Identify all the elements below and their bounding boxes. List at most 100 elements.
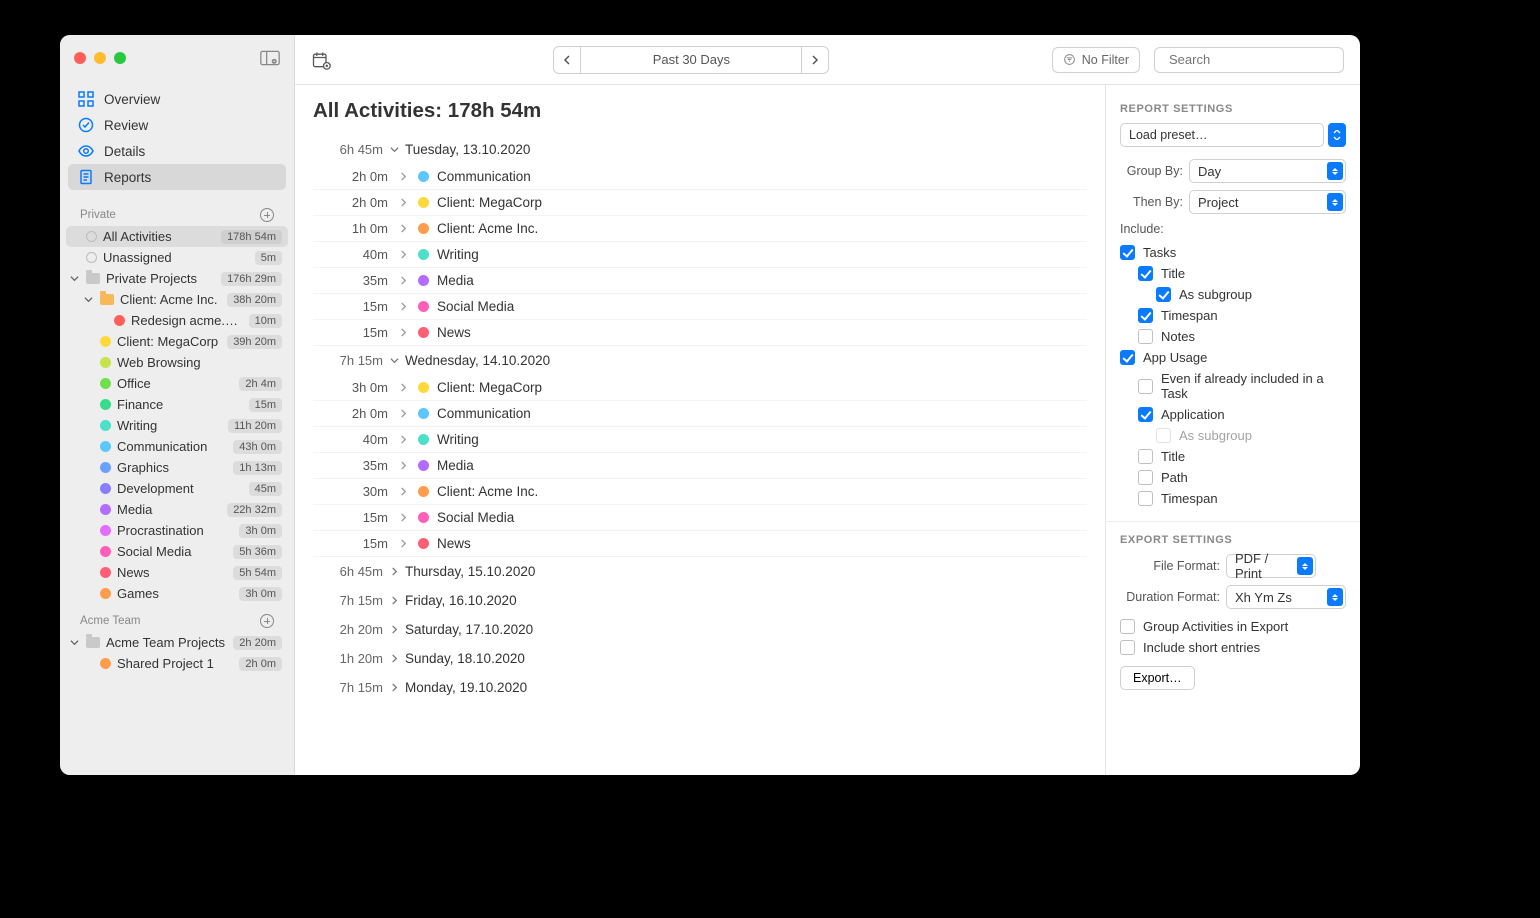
duration-badge: 45m xyxy=(249,482,282,496)
tree-row[interactable]: Media22h 32m xyxy=(66,499,288,520)
load-preset-dropdown[interactable] xyxy=(1328,123,1346,147)
checkbox-as-subgroup[interactable]: As subgroup xyxy=(1120,284,1346,305)
chevron-down-icon[interactable] xyxy=(68,637,80,649)
activity-row[interactable]: 30mClient: Acme Inc. xyxy=(313,479,1087,505)
activity-row[interactable]: 15mNews xyxy=(313,320,1087,346)
color-dot xyxy=(418,538,429,549)
activity-row[interactable]: 35mMedia xyxy=(313,268,1087,294)
activity-row[interactable]: 2h 0mCommunication xyxy=(313,164,1087,190)
nav-item-review[interactable]: Review xyxy=(68,112,286,138)
chevron-right-icon xyxy=(388,409,418,418)
filter-button[interactable]: No Filter xyxy=(1052,47,1140,73)
checkbox-label: Even if already included in a Task xyxy=(1161,371,1346,401)
checkbox-application[interactable]: Application xyxy=(1120,404,1346,425)
checkbox-include-short-entries[interactable]: Include short entries xyxy=(1120,637,1346,658)
activity-row[interactable]: 3h 0mClient: MegaCorp xyxy=(313,375,1087,401)
day-duration: 6h 45m xyxy=(313,564,383,579)
add-project-button[interactable] xyxy=(260,614,274,628)
checkbox-group-activities-in-export[interactable]: Group Activities in Export xyxy=(1120,616,1346,637)
tree-row[interactable]: Unassigned5m xyxy=(66,247,288,268)
activity-row[interactable]: 40mWriting xyxy=(313,427,1087,453)
activity-name: Client: Acme Inc. xyxy=(437,221,538,236)
activity-row[interactable]: 1h 0mClient: Acme Inc. xyxy=(313,216,1087,242)
day-header[interactable]: 7h 15mMonday, 19.10.2020 xyxy=(313,673,1087,702)
sidebar-toggle-icon[interactable] xyxy=(260,50,280,66)
checkbox-label: Notes xyxy=(1161,329,1195,344)
tree-row[interactable]: Office2h 4m xyxy=(66,373,288,394)
day-header[interactable]: 7h 15mFriday, 16.10.2020 xyxy=(313,586,1087,615)
activity-row[interactable]: 15mSocial Media xyxy=(313,294,1087,320)
file-format-select[interactable]: PDF / Print xyxy=(1226,554,1316,578)
checkbox-even-if-already-included-in-a-task[interactable]: Even if already included in a Task xyxy=(1120,368,1346,404)
tree-row[interactable]: Social Media5h 36m xyxy=(66,541,288,562)
day-header[interactable]: 6h 45mTuesday, 13.10.2020 xyxy=(313,135,1087,164)
export-button[interactable]: Export… xyxy=(1120,666,1195,690)
day-header[interactable]: 7h 15mWednesday, 14.10.2020 xyxy=(313,346,1087,375)
day-header[interactable]: 1h 20mSunday, 18.10.2020 xyxy=(313,644,1087,673)
duration-badge: 2h 0m xyxy=(239,657,282,671)
tree-row[interactable]: Communication43h 0m xyxy=(66,436,288,457)
then-by-select[interactable]: Project xyxy=(1189,190,1346,214)
date-next-button[interactable] xyxy=(801,46,829,74)
nav-item-overview[interactable]: Overview xyxy=(68,86,286,112)
duration-format-select[interactable]: Xh Ym Zs xyxy=(1226,585,1346,609)
tree-row[interactable]: Graphics1h 13m xyxy=(66,457,288,478)
day-header[interactable]: 6h 45mThursday, 15.10.2020 xyxy=(313,557,1087,586)
duration-badge: 178h 54m xyxy=(221,230,282,244)
checkbox-title[interactable]: Title xyxy=(1120,263,1346,284)
zoom-window-button[interactable] xyxy=(114,52,126,64)
close-window-button[interactable] xyxy=(74,52,86,64)
add-project-button[interactable] xyxy=(260,208,274,222)
tree-row[interactable]: Acme Team Projects2h 20m xyxy=(66,632,288,653)
group-by-label: Group By: xyxy=(1120,164,1183,178)
day-header[interactable]: 2h 20mSaturday, 17.10.2020 xyxy=(313,615,1087,644)
day-date: Monday, 19.10.2020 xyxy=(405,680,527,695)
calendar-add-icon[interactable] xyxy=(311,50,331,70)
checkbox-notes[interactable]: Notes xyxy=(1120,326,1346,347)
checkbox-as-subgroup: As subgroup xyxy=(1120,425,1346,446)
activity-row[interactable]: 15mNews xyxy=(313,531,1087,557)
chevron-down-icon[interactable] xyxy=(82,294,94,306)
checkbox-path[interactable]: Path xyxy=(1120,467,1346,488)
tree-row[interactable]: Private Projects176h 29m xyxy=(66,268,288,289)
activity-row[interactable]: 15mSocial Media xyxy=(313,505,1087,531)
checkbox-label: As subgroup xyxy=(1179,428,1252,443)
tree-row[interactable]: Games3h 0m xyxy=(66,583,288,604)
nav-item-details[interactable]: Details xyxy=(68,138,286,164)
date-range-display[interactable]: Past 30 Days xyxy=(581,46,801,74)
tree-row[interactable]: Client: Acme Inc.38h 20m xyxy=(66,289,288,310)
tree-row[interactable]: Development45m xyxy=(66,478,288,499)
nav-item-reports[interactable]: Reports xyxy=(68,164,286,190)
checkbox-timespan[interactable]: Timespan xyxy=(1120,305,1346,326)
tree-row[interactable]: Shared Project 12h 0m xyxy=(66,653,288,674)
search-input[interactable] xyxy=(1169,52,1345,67)
checkbox-box xyxy=(1156,287,1171,302)
chevron-down-icon[interactable] xyxy=(68,273,80,285)
tree-row[interactable]: Procrastination3h 0m xyxy=(66,520,288,541)
minimize-window-button[interactable] xyxy=(94,52,106,64)
checkbox-app-usage[interactable]: App Usage xyxy=(1120,347,1346,368)
chevron-right-icon xyxy=(383,654,405,663)
checkbox-tasks[interactable]: Tasks xyxy=(1120,242,1346,263)
tree-row[interactable]: Web Browsing xyxy=(66,352,288,373)
tree-row[interactable]: Finance15m xyxy=(66,394,288,415)
search-field[interactable] xyxy=(1154,47,1344,73)
chevron-right-icon xyxy=(388,250,418,259)
tree-row[interactable]: Client: MegaCorp39h 20m xyxy=(66,331,288,352)
tree-row[interactable]: News5h 54m xyxy=(66,562,288,583)
activity-row[interactable]: 2h 0mCommunication xyxy=(313,401,1087,427)
load-preset-button[interactable]: Load preset… xyxy=(1120,123,1324,147)
date-prev-button[interactable] xyxy=(553,46,581,74)
tree-row[interactable]: Redesign acme.com10m xyxy=(66,310,288,331)
group-by-select[interactable]: Day xyxy=(1189,159,1346,183)
checkbox-title[interactable]: Title xyxy=(1120,446,1346,467)
activity-row[interactable]: 35mMedia xyxy=(313,453,1087,479)
activity-row[interactable]: 40mWriting xyxy=(313,242,1087,268)
tree-row[interactable]: Writing11h 20m xyxy=(66,415,288,436)
chevron-updown-icon xyxy=(1327,588,1343,606)
activity-row[interactable]: 2h 0mClient: MegaCorp xyxy=(313,190,1087,216)
chevron-updown-icon xyxy=(1327,162,1343,180)
checkbox-timespan[interactable]: Timespan xyxy=(1120,488,1346,509)
tree-row[interactable]: All Activities178h 54m xyxy=(66,226,288,247)
section-name: Acme Team xyxy=(80,615,141,627)
